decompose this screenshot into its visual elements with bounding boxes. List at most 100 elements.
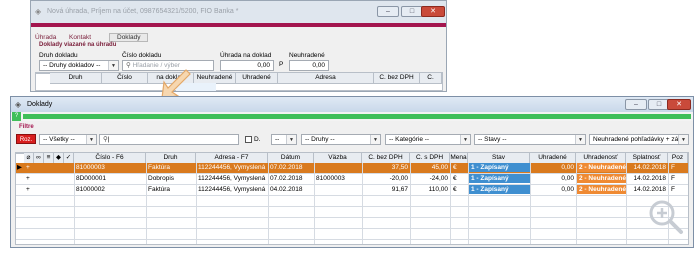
close-icon[interactable]: ✕ bbox=[667, 99, 691, 110]
brand-stripe bbox=[31, 23, 446, 27]
neuhradene-label: Neuhradené bbox=[289, 52, 325, 59]
minimize-icon[interactable]: – bbox=[625, 99, 647, 110]
chevron-down-icon: ▼ bbox=[370, 135, 380, 144]
grid-line bbox=[410, 163, 411, 244]
druhy-select[interactable]: -- Druhy -- ▼ bbox=[301, 134, 381, 145]
back-col-adresa[interactable]: Adresa bbox=[278, 73, 374, 84]
flag-icon: ◆ bbox=[56, 154, 61, 161]
grid-line bbox=[576, 163, 577, 244]
tab-uhrada[interactable]: Úhrada bbox=[35, 34, 56, 41]
grid-line bbox=[450, 163, 451, 244]
back-col-uhradene[interactable]: Uhradené bbox=[236, 73, 278, 84]
grid-line bbox=[16, 228, 688, 229]
cell-druh: Faktúra bbox=[148, 186, 171, 193]
front-window: ◈ Doklady – □ ✕ ? Filtre Roz. -- Všetky … bbox=[10, 96, 694, 248]
search-icon: ⚲ bbox=[126, 62, 131, 69]
row-pointer-icon: ▶ bbox=[17, 164, 22, 171]
neuhradene-select[interactable]: Neuhradené pohľadávky + záv ▼ bbox=[589, 134, 689, 145]
paperclip-icon: ⌀ bbox=[26, 154, 31, 161]
stavy-select[interactable]: -- Stavy -- ▼ bbox=[474, 134, 586, 145]
tab-kontakt[interactable]: Kontakt bbox=[69, 34, 91, 41]
cell-bez-dph: 91,67 bbox=[391, 186, 408, 193]
grid-line bbox=[74, 163, 75, 244]
check-icon: ✓ bbox=[65, 154, 72, 161]
cell-poz: F bbox=[671, 164, 675, 171]
grid-line bbox=[16, 195, 688, 196]
d-checkbox[interactable] bbox=[245, 136, 252, 143]
minimize-icon[interactable]: – bbox=[377, 6, 399, 17]
druh-select[interactable]: -- Druhy dokladov -- ▼ bbox=[39, 60, 119, 71]
dash-select[interactable]: -- ▼ bbox=[271, 134, 297, 145]
cell-cislo: 81000003 bbox=[76, 164, 105, 171]
zoom-in-icon[interactable] bbox=[648, 199, 684, 235]
row-mark[interactable]: + bbox=[26, 163, 34, 172]
back-window-titlebar: ◈ Nová úhrada, Príjem na účet, 098765432… bbox=[31, 1, 446, 23]
chevron-down-icon: ▼ bbox=[108, 61, 118, 70]
cell-uhradene: 0,00 bbox=[561, 175, 574, 182]
section-title: Doklady viazané na úhradu bbox=[39, 42, 117, 48]
filter-label: Filtre bbox=[19, 124, 34, 130]
cell-druh: Dobropis bbox=[148, 175, 175, 182]
progress-bar bbox=[23, 114, 691, 119]
back-col-cislo[interactable]: Číslo bbox=[102, 73, 148, 84]
kategorie-select-value: -- Kategórie -- bbox=[389, 136, 430, 143]
uhrada-input[interactable]: 0,00 bbox=[220, 60, 274, 71]
close-icon[interactable]: ✕ bbox=[421, 6, 445, 17]
all-select-value: -- Všetky -- bbox=[43, 136, 75, 143]
status-badge: 1 - Zapísaný bbox=[468, 174, 530, 183]
druh-select-value: -- Druhy dokladov -- bbox=[43, 62, 101, 69]
search-input[interactable]: ⚲| bbox=[99, 134, 239, 145]
roz-button[interactable]: Roz. bbox=[16, 134, 36, 144]
back-window: ◈ Nová úhrada, Príjem na účet, 098765432… bbox=[30, 0, 447, 92]
back-col-druh[interactable]: Druh bbox=[50, 73, 102, 84]
front-window-title: Doklady bbox=[27, 101, 53, 108]
uhrada-label: Úhrada na doklad bbox=[220, 52, 272, 59]
back-col-c[interactable]: C. bbox=[420, 73, 442, 84]
neuhradene-select-value: Neuhradené pohľadávky + záv bbox=[593, 136, 682, 143]
chevron-down-icon: ▼ bbox=[86, 135, 96, 144]
all-select[interactable]: -- Všetky -- ▼ bbox=[39, 134, 97, 145]
chevron-down-icon: ▼ bbox=[575, 135, 585, 144]
help-icon[interactable]: ? bbox=[12, 112, 21, 121]
d-label: D. bbox=[254, 136, 261, 143]
cell-vazba bbox=[316, 185, 362, 194]
app-icon: ◈ bbox=[15, 100, 22, 109]
maximize-icon[interactable]: □ bbox=[401, 6, 423, 17]
grid-line bbox=[146, 163, 147, 244]
back-col-bez-dph[interactable]: C. bez DPH bbox=[374, 73, 420, 84]
grid-line bbox=[16, 173, 688, 174]
neuhradene-input[interactable]: 0,00 bbox=[289, 60, 329, 71]
table-row[interactable]: + 8D000001 Dobropis 112244456, Vymyslená… bbox=[16, 174, 688, 184]
row-mark[interactable]: + bbox=[26, 174, 34, 183]
grid-line bbox=[16, 206, 688, 207]
row-mark[interactable]: + bbox=[26, 185, 34, 194]
cell-splatnost: 14.02.2018 bbox=[633, 164, 666, 171]
status-badge: 1 - Zapísaný bbox=[468, 163, 530, 172]
cell-mena: € bbox=[453, 164, 457, 171]
grid-line bbox=[468, 163, 469, 244]
cell-splatnost: 14.02.2018 bbox=[633, 186, 666, 193]
status-badge: 1 - Zapísaný bbox=[468, 185, 530, 194]
cell-adresa: 112244456, Vymyslená bbox=[198, 175, 266, 182]
table-row[interactable]: + 81000002 Faktúra 112244456, Vymyslená … bbox=[16, 185, 688, 195]
table-row[interactable]: ▶ + 81000003 Faktúra 112244456, Vymyslen… bbox=[16, 163, 688, 173]
toolbar: ? bbox=[11, 112, 693, 121]
grid-line bbox=[16, 217, 688, 218]
cell-uhradene: 0,00 bbox=[561, 164, 574, 171]
grid-line bbox=[268, 163, 269, 244]
back-grid: Druh Číslo na doklad Neuhradené Uhradené… bbox=[35, 72, 443, 91]
cell-poz: F bbox=[671, 175, 675, 182]
cell-datum: 04.02.2018 bbox=[270, 186, 303, 193]
cislo-label: Číslo dokladu bbox=[122, 52, 162, 59]
druhy-select-value: -- Druhy -- bbox=[305, 136, 335, 143]
note-icon: ≡ bbox=[46, 154, 51, 161]
grid-line bbox=[362, 163, 363, 244]
cell-vazba: 81000003 bbox=[316, 175, 345, 182]
cell-adresa: 112244456, Vymyslená bbox=[198, 164, 266, 171]
cell-mena: € bbox=[453, 186, 457, 193]
tab-doklady[interactable]: Doklady bbox=[109, 33, 149, 42]
p-label: P bbox=[279, 61, 284, 68]
app-icon: ◈ bbox=[35, 7, 42, 16]
uhradenost-badge: 2 - Neuhradené, b bbox=[576, 163, 626, 172]
kategorie-select[interactable]: -- Kategórie -- ▼ bbox=[385, 134, 471, 145]
